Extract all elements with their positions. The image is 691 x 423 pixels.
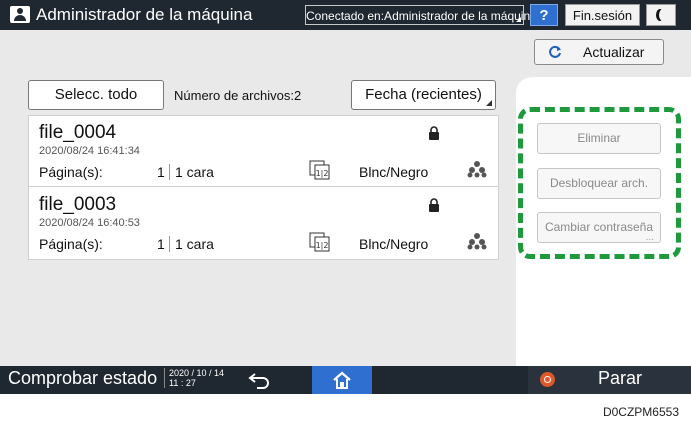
lock-icon <box>429 198 439 212</box>
figure-caption: D0CZPM6553 <box>602 405 679 419</box>
file-datetime: 2020/08/24 16:40:53 <box>39 217 140 229</box>
sides-value: 1 cara <box>175 236 214 252</box>
bottom-bar: Comprobar estado 2020 / 10 / 14 11 : 27 … <box>0 366 691 394</box>
list-item[interactable]: file_0003 2020/08/24 16:40:53 Página(s):… <box>29 188 498 258</box>
group-icon <box>467 233 487 250</box>
select-all-button[interactable]: Selecc. todo <box>28 80 164 110</box>
stop-label: Parar <box>598 368 643 388</box>
sort-dropdown[interactable]: Fecha (recientes) <box>351 80 496 110</box>
svg-text:1|2: 1|2 <box>316 169 329 178</box>
color-mode: Blnc/Negro <box>359 164 429 180</box>
file-datetime: 2020/08/24 16:41:34 <box>39 145 140 157</box>
divider <box>169 236 170 252</box>
divider <box>169 164 170 180</box>
refresh-icon <box>549 45 561 58</box>
machine-screen: Administrador de la máquina Conectado en… <box>0 0 691 394</box>
check-status-button[interactable]: Comprobar estado <box>8 368 157 389</box>
group-icon <box>467 161 487 178</box>
lock-icon <box>429 126 439 140</box>
back-icon[interactable] <box>248 371 272 389</box>
pages-label: Página(s): <box>39 164 103 180</box>
help-button[interactable]: ? <box>530 4 558 26</box>
clock: 2020 / 10 / 14 11 : 27 <box>164 368 224 388</box>
pages-count: 1 <box>157 164 165 180</box>
logout-button[interactable]: Fin.sesión <box>565 4 640 26</box>
file-name: file_0003 <box>39 194 117 215</box>
pages-count: 1 <box>157 236 165 252</box>
clock-time: 11 : 27 <box>169 378 196 388</box>
file-list: file_0004 2020/08/24 16:41:34 Página(s):… <box>28 115 499 260</box>
file-name: file_0004 <box>39 122 117 143</box>
file-count: Número de archivos:2 <box>174 88 302 103</box>
home-icon <box>333 371 351 389</box>
sides-icon: 1|2 <box>309 232 330 252</box>
home-button[interactable] <box>312 366 372 394</box>
energy-saver-button[interactable] <box>646 4 676 26</box>
connected-as-button[interactable]: Conectado en:Administrador de la máquina <box>305 5 537 25</box>
sides-value: 1 cara <box>175 164 214 180</box>
pages-label: Página(s): <box>39 236 103 252</box>
page-title: Administrador de la máquina <box>36 5 253 24</box>
clock-date: 2020 / 10 / 14 <box>169 368 225 378</box>
svg-text:1|2: 1|2 <box>316 241 329 250</box>
user-icon <box>10 6 30 23</box>
color-mode: Blnc/Negro <box>359 236 429 252</box>
change-password-button[interactable]: Cambiar contraseña <box>537 212 661 252</box>
stop-icon <box>540 372 555 387</box>
unlock-file-button[interactable]: Desbloquear arch. <box>537 168 661 199</box>
top-bar: Administrador de la máquina Conectado en… <box>0 0 691 30</box>
sides-icon: 1|2 <box>309 160 330 180</box>
delete-button[interactable]: Eliminar <box>537 123 661 154</box>
refresh-label: Actualizar <box>583 44 645 60</box>
refresh-button[interactable]: Actualizar <box>534 39 664 65</box>
stop-button[interactable]: Parar <box>528 366 691 394</box>
list-item[interactable]: file_0004 2020/08/24 16:41:34 Página(s):… <box>29 116 498 187</box>
